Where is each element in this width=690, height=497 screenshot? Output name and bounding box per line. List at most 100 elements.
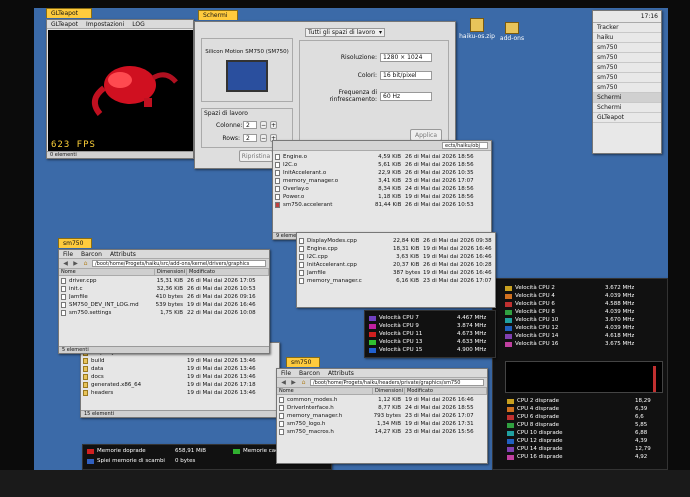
colonne-decrement[interactable]: − [260, 121, 267, 129]
colori-select[interactable]: 16 bit/pixel [380, 71, 432, 80]
file-row[interactable]: I2C.cpp 3,63 KiB 19 di Mai dai 2026 16:46 [297, 253, 495, 261]
file-row[interactable]: Overlay.o 8,34 KiB 24 di Mai dai 2026 18:5… [273, 185, 491, 193]
menu-attributs[interactable]: Attributs [110, 251, 136, 258]
cpu-color-swatch [369, 339, 376, 345]
schermi-tab[interactable]: Schermi [198, 10, 238, 20]
monitor-preview[interactable] [226, 60, 268, 92]
home-icon[interactable]: ⌂ [300, 379, 307, 386]
folder-row[interactable]: headers 19 di Mai dai 2026 13:46 [81, 389, 279, 397]
folder-row[interactable]: data 19 di Mai dai 2026 13:46 [81, 365, 279, 373]
file-row[interactable]: Engine.cpp 18,31 KiB 19 di Mai dai 2026 16… [297, 245, 495, 253]
back-icon[interactable]: ◀ [62, 260, 69, 267]
menu-attributs[interactable]: Attributs [328, 370, 354, 377]
file-date: 19 di Mai dai 2026 17:31 [405, 421, 474, 427]
file-row[interactable]: InitAccelerant.cpp 20,37 KiB 26 di Mai dai… [297, 261, 495, 269]
file-date: 26 di Mai dai 2026 18:56 [405, 154, 474, 160]
ripristina-button[interactable]: Ripristina [239, 150, 273, 162]
file-date: 26 di Mai dai 2026 10:35 [405, 170, 474, 176]
file-row[interactable]: I2C.o 5,61 KiB 26 di Mai dai 2026 18:56 [273, 161, 491, 169]
menu-glteapot[interactable]: GLTeapot [51, 21, 78, 28]
glteapot-tab[interactable]: GLTeapot [46, 8, 92, 18]
file-size: 32,36 KiB [156, 286, 183, 292]
file-row[interactable]: memory_manager.c 6,16 KiB 23 di Mai dai 20… [297, 277, 495, 285]
rows-label: Rows: [222, 134, 240, 142]
file-row[interactable]: memory_manager.o 3,41 KiB 23 di Mai dai 20… [273, 177, 491, 185]
deskbar-item-glteapot[interactable]: GLTeapot [593, 113, 661, 123]
driver-tab[interactable]: sm750 [58, 238, 92, 248]
file-row[interactable]: sm750_macros.h 14,27 KiB 23 di Mai dai 202… [277, 428, 487, 436]
file-icon [61, 294, 66, 300]
header-modified[interactable]: Modificato [405, 388, 487, 394]
gl-viewport[interactable]: 623 FPS [48, 30, 193, 152]
file-row[interactable]: init.c 32,36 KiB 26 di Mai dai 2026 10:53 [59, 285, 269, 293]
header-modified[interactable]: Modificato [187, 269, 269, 275]
path-field[interactable]: ects/haiku/obj [442, 142, 488, 149]
file-row[interactable]: InitAccelerant.o 22,9 KiB 26 di Mai dai 20… [273, 169, 491, 177]
file-row[interactable]: DriverInterface.h 8,77 KiB 24 di Mai dai 2… [277, 404, 487, 412]
header-size[interactable]: Dimensioni [155, 269, 187, 275]
frequenza-select[interactable]: 60 Hz [380, 91, 432, 101]
status-text: 5 elementi [62, 347, 89, 353]
back-icon[interactable]: ◀ [280, 379, 287, 386]
deskbar-item-schermi[interactable]: Schermi [593, 93, 661, 103]
rows-decrement[interactable]: − [260, 134, 267, 142]
deskbar-item-haiku[interactable]: haiku [593, 33, 661, 43]
window-title: Schermi [203, 12, 228, 19]
header-name[interactable]: Nome [277, 388, 373, 394]
deskbar-item-sm750[interactable]: sm750 [593, 53, 661, 63]
file-row[interactable]: DisplayModes.cpp 22,84 KiB 26 di Mai dai 2… [297, 237, 495, 245]
file-row[interactable]: driver.cpp 15,31 KiB 26 di Mai dai 2026 17… [59, 277, 269, 285]
file-row[interactable]: memory_manager.h 793 bytes 23 di Mai dai 2… [277, 412, 487, 420]
deskbar-item-sm750[interactable]: sm750 [593, 43, 661, 53]
folder-row[interactable]: build 19 di Mai dai 2026 13:46 [81, 357, 279, 365]
deskbar-item-sm750[interactable]: sm750 [593, 73, 661, 83]
file-row[interactable]: common_modes.h 1,12 KiB 19 di Mai dai 2026… [277, 396, 487, 404]
colonne-increment[interactable]: + [270, 121, 277, 129]
desktop-icon-add-ons[interactable]: add-ons [492, 22, 532, 42]
deskbar-item-sm750[interactable]: sm750 [593, 63, 661, 73]
file-row[interactable]: Engine.o 4,59 KiB 26 di Mai dai 2026 18:56 [273, 153, 491, 161]
menu-file[interactable]: File [63, 251, 73, 258]
menu-impostazioni[interactable]: Impostazioni [86, 21, 124, 28]
menu-log[interactable]: LOG [132, 21, 145, 28]
menu-barcon[interactable]: Barcon [81, 251, 102, 258]
cpu-value: 6,39 [635, 406, 648, 412]
window-title: GLTeapot [51, 10, 79, 17]
headers-tab[interactable]: sm750 [286, 357, 320, 367]
file-row[interactable]: SM750_DEV_INT_LOG.md 539 bytes 19 di Mai d… [59, 301, 269, 309]
cpu-color-swatch [505, 293, 512, 299]
deskbar-item-label: sm750 [597, 74, 618, 81]
deskbar-item-schermi[interactable]: Schermi [593, 103, 661, 113]
file-row[interactable]: sm750.settings 1,75 KiB 22 di Mai dai 2026… [59, 309, 269, 317]
rows-field[interactable]: 2 [243, 134, 257, 142]
clock[interactable]: 17:16 [641, 13, 658, 20]
file-size: 4,59 KiB [378, 154, 401, 160]
file-size: 81,44 KiB [375, 202, 402, 208]
header-size[interactable]: Dimensioni [373, 388, 405, 394]
file-row[interactable]: sm750_logo.h 1,34 MiB 19 di Mai dai 2026 1… [277, 420, 487, 428]
path-field[interactable]: /boot/home/Progets/haiku/headers/private… [310, 379, 484, 386]
forward-icon[interactable]: ▶ [290, 379, 297, 386]
risoluzione-select[interactable]: 1280 × 1024 [380, 53, 432, 62]
folder-row[interactable]: generated.x86_64 19 di Mai dai 2026 17:18 [81, 381, 279, 389]
file-row[interactable]: Jamfile 387 bytes 19 di Mai dai 2026 16:46 [297, 269, 495, 277]
home-icon[interactable]: ⌂ [82, 260, 89, 267]
workspaces-selector[interactable]: Tutti gli spazi di lavoro ▾ [305, 28, 385, 37]
folder-row[interactable]: docs 19 di Mai dai 2026 13:46 [81, 373, 279, 381]
forward-icon[interactable]: ▶ [72, 260, 79, 267]
folder-name: docs [91, 374, 104, 380]
colonne-field[interactable]: 2 [243, 121, 257, 129]
file-row[interactable]: Power.o 1,18 KiB 19 di Mai dai 2026 18:56 [273, 193, 491, 201]
deskbar-item-sm750[interactable]: sm750 [593, 83, 661, 93]
header-name[interactable]: Nome [59, 269, 155, 275]
menu-barcon[interactable]: Barcon [299, 370, 320, 377]
cpu-value: 4.618 MHz [605, 333, 635, 339]
file-row[interactable]: sm750.accelerant 81,44 KiB 26 di Mai dai 2… [273, 201, 491, 209]
cpu-label: Velocità CPU 4 [515, 293, 555, 299]
file-date: 19 di Mai dai 2026 16:46 [405, 397, 474, 403]
file-icon [275, 186, 280, 192]
file-row[interactable]: Jamfile 410 bytes 26 di Mai dai 2026 09:16 [59, 293, 269, 301]
path-field[interactable]: /boot/home/Progets/haiku/src/add-ons/ker… [92, 260, 266, 267]
deskbar-item-tracker[interactable]: Tracker [593, 23, 661, 33]
menu-file[interactable]: File [281, 370, 291, 377]
